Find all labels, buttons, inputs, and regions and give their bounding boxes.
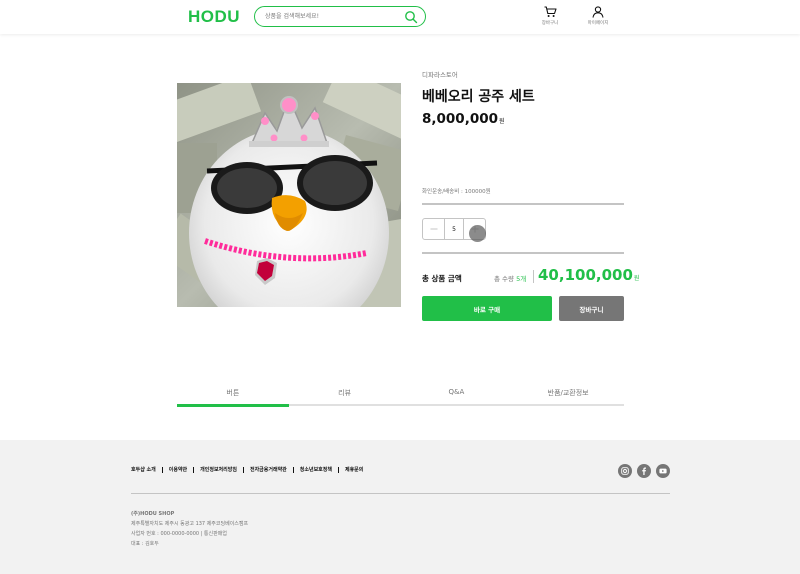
add-to-cart-button[interactable]: 장바구니 <box>559 296 624 321</box>
site-footer: 호두샵 소개 이용약관 개인정보처리방침 전자금융거래약관 청소년보호정책 제휴… <box>0 440 800 574</box>
ceo-name: 대표 : 김호두 <box>131 541 159 547</box>
total-price-unit: 원 <box>633 275 640 282</box>
hodu-logo[interactable]: HODU <box>188 7 240 27</box>
search-icon[interactable] <box>404 9 418 24</box>
total-qty-value: 5개 <box>516 275 527 283</box>
shopping-cart-icon <box>544 6 557 17</box>
link-separator <box>292 466 294 473</box>
search-bar <box>254 6 426 27</box>
footer-links: 호두샵 소개 이용약관 개인정보처리방침 전자금융거래약관 청소년보호정책 제휴… <box>131 466 363 473</box>
business-number: 사업자 번호 : 000-0000-0000 | 통신판매업 <box>131 531 227 537</box>
link-separator <box>161 466 163 473</box>
tab-review[interactable]: 리뷰 <box>288 386 401 406</box>
site-header: HODU 장바구니 마이페이지 <box>0 0 800 34</box>
footer-link-partnership[interactable]: 제휴문의 <box>345 466 363 473</box>
footer-link-terms[interactable]: 이용약관 <box>169 466 187 473</box>
divider <box>422 203 624 205</box>
product-price: 8,000,000원 <box>422 111 505 127</box>
decrease-button[interactable] <box>423 219 444 239</box>
minus-icon <box>430 228 437 230</box>
quantity-value: 5 <box>444 219 464 239</box>
footer-divider <box>131 493 670 494</box>
link-separator <box>242 466 244 473</box>
cart-button[interactable]: 장바구니 <box>530 6 570 30</box>
footer-link-youth-policy[interactable]: 청소년보호정책 <box>300 466 332 473</box>
instagram-icon[interactable] <box>618 464 632 478</box>
product-title: 베베오리 공주 세트 <box>422 89 535 105</box>
youtube-icon[interactable] <box>656 464 670 478</box>
total-price-value: 40,100,000 <box>538 266 633 284</box>
search-input[interactable] <box>265 10 405 23</box>
total-quantity: 총 수량 5개 <box>494 273 526 283</box>
product-image <box>177 83 401 307</box>
mypage-label: 마이페이지 <box>587 21 609 26</box>
total-price: 40,100,000원 <box>538 266 639 284</box>
footer-link-about[interactable]: 호두샵 소개 <box>131 466 156 473</box>
footer-link-privacy[interactable]: 개인정보처리방침 <box>200 466 237 473</box>
seller-name: 디파라스토어 <box>422 71 458 79</box>
link-separator <box>337 466 339 473</box>
tab-return-info[interactable]: 반품/교환정보 <box>512 386 624 406</box>
divider <box>422 252 624 254</box>
tab-button[interactable]: 버튼 <box>177 386 289 407</box>
company-name: (주)HODU SHOP <box>131 511 175 517</box>
product-tabs: 버튼 리뷰 Q&A 반품/교환정보 <box>177 386 624 407</box>
mypage-button[interactable]: 마이페이지 <box>578 6 618 30</box>
mouse-cursor-indicator <box>469 225 486 242</box>
total-separator <box>533 270 534 283</box>
user-icon <box>592 6 604 18</box>
company-address: 제주특별자치도 제주시 동광고 137 제주코딩베이스캠프 <box>131 521 249 527</box>
price-unit: 원 <box>499 118 505 125</box>
shipping-info: 화인운송/배송비 : 100000원 <box>422 189 491 195</box>
link-separator <box>193 466 195 473</box>
total-label: 총 상품 금액 <box>422 274 462 283</box>
footer-link-finance-terms[interactable]: 전자금융거래약관 <box>250 466 287 473</box>
facebook-icon[interactable] <box>637 464 651 478</box>
buy-now-button[interactable]: 바로 구매 <box>422 296 552 321</box>
cart-label: 장바구니 <box>541 21 559 26</box>
total-qty-prefix: 총 수량 <box>494 275 517 283</box>
price-value: 8,000,000 <box>422 111 499 127</box>
tab-qna[interactable]: Q&A <box>400 386 513 406</box>
